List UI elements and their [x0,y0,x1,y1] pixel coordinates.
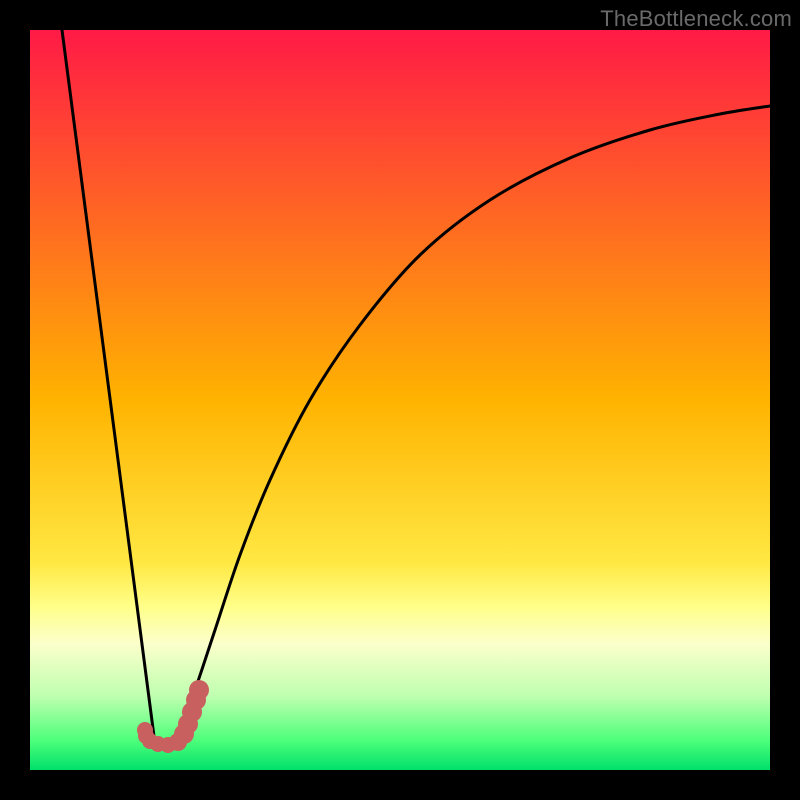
watermark-text: TheBottleneck.com [600,6,792,32]
chart-background [30,30,770,770]
chart-frame [30,30,770,770]
chart-svg [30,30,770,770]
marker-dot-10 [189,680,209,700]
